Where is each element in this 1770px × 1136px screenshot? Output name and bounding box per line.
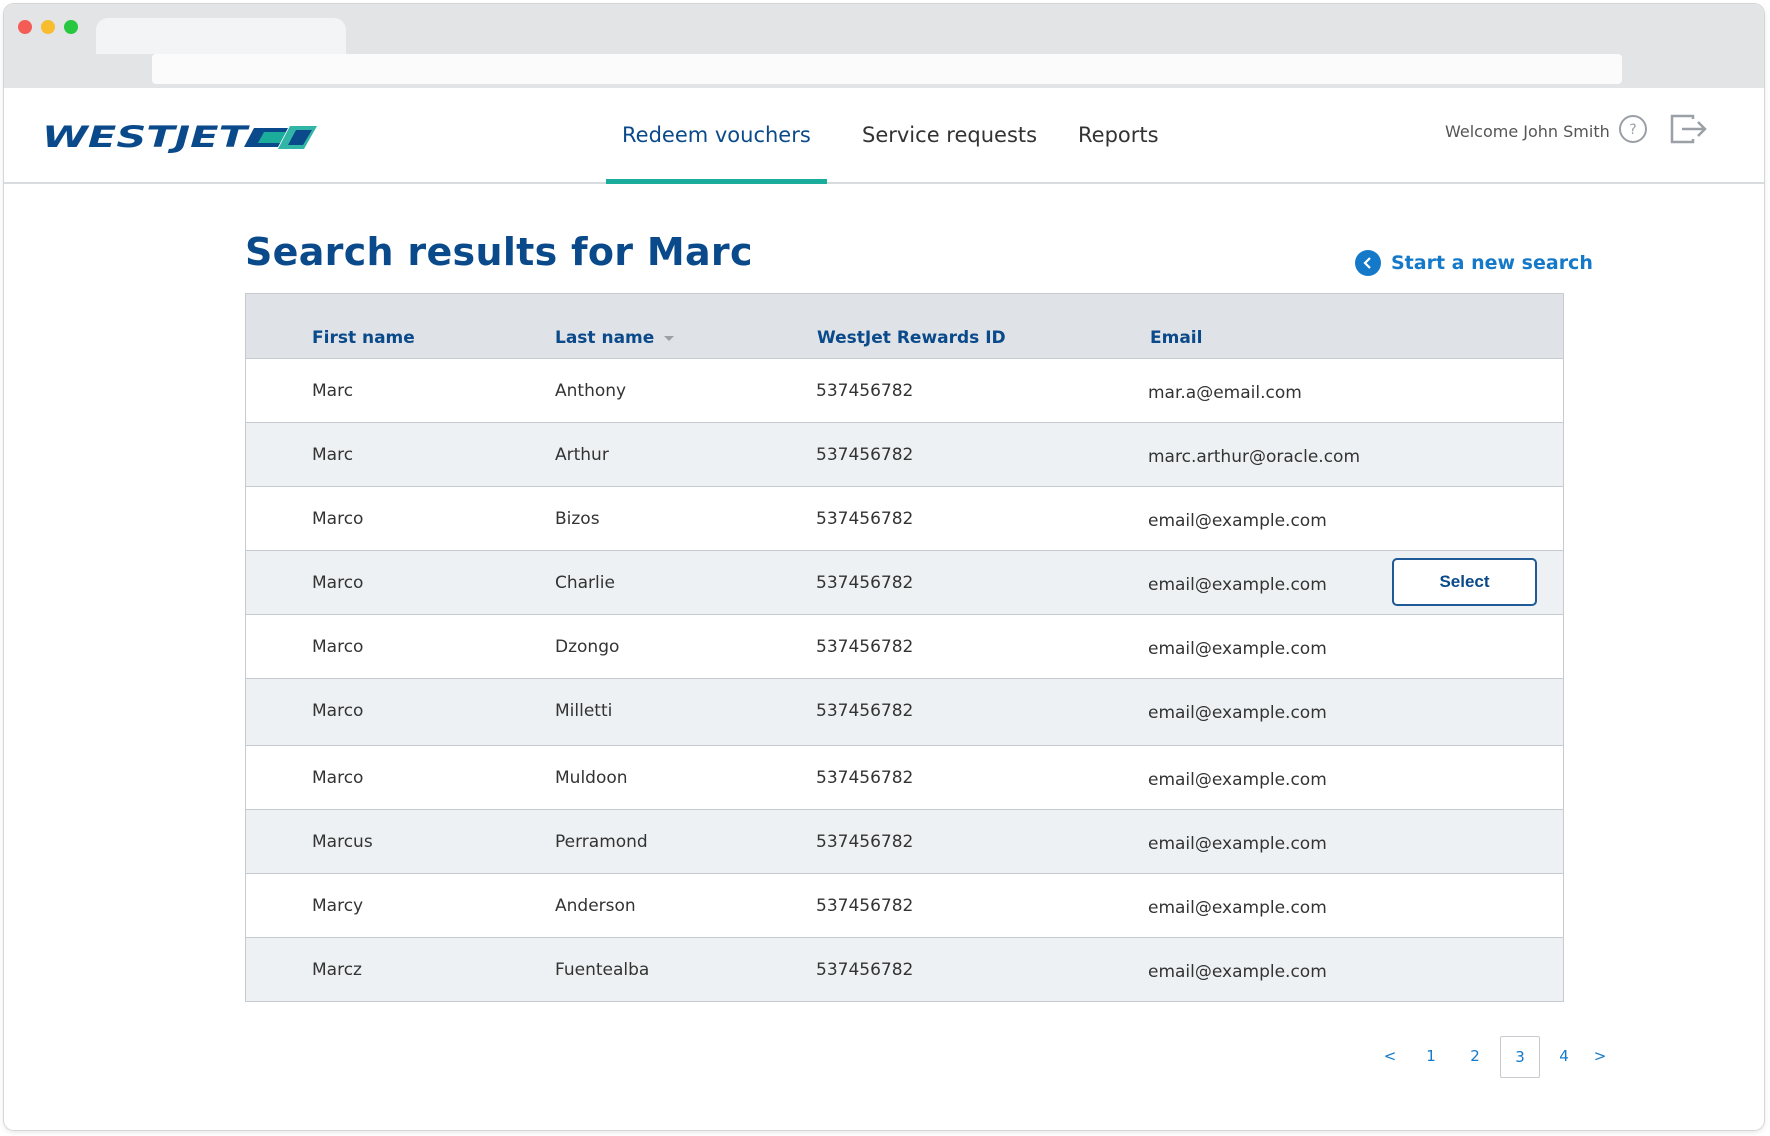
table-row[interactable]: Marco Dzongo 537456782 email@example.com [246,615,1563,679]
cell-rewards-id: 537456782 [816,768,914,788]
cell-first-name: Marco [312,509,364,529]
page: WESTJET Redeem vouchers Service requests R… [4,88,1764,1130]
col-header-rewards-id[interactable]: WestJet Rewards ID [817,328,1006,348]
cell-rewards-id: 537456782 [816,832,914,852]
page-button-3[interactable]: 3 [1500,1036,1540,1078]
start-new-search-link[interactable]: Start a new search [1355,248,1593,278]
westjet-logo[interactable]: WESTJET [42,120,322,154]
table-row[interactable]: Marco Milletti 537456782 email@example.com [246,679,1563,746]
logo-wordmark: WESTJET [42,120,250,154]
close-window-icon[interactable] [18,20,32,34]
nav-item-label: Service requests [862,123,1038,147]
cell-rewards-id: 537456782 [816,573,914,593]
cell-email: marc.arthur@oracle.com [1148,447,1361,467]
cell-last-name: Dzongo [555,637,620,657]
page-title: Search results for Marc [245,230,753,274]
chevron-left-circle-icon [1355,250,1381,276]
col-header-last-name-label: Last name [555,328,655,348]
cell-rewards-id: 537456782 [816,445,914,465]
cell-email: email@example.com [1148,834,1327,854]
table-row[interactable]: Marcy Anderson 537456782 email@example.com [246,874,1563,938]
nav-item-label: Reports [1078,123,1159,147]
cell-first-name: Marcz [312,960,362,980]
search-results-table: First name Last name WestJet Rewards ID … [245,293,1564,1002]
table-row[interactable]: Marco Bizos 537456782 email@example.com [246,487,1563,551]
cell-last-name: Fuentealba [555,960,650,980]
browser-tab[interactable] [96,18,346,54]
cell-last-name: Muldoon [555,768,628,788]
cell-first-name: Marco [312,768,364,788]
top-navigation: WESTJET Redeem vouchers Service requests R… [4,88,1764,184]
nav-item-service-requests[interactable]: Service requests [862,88,1037,182]
cell-first-name: Marc [312,445,354,465]
cell-rewards-id: 537456782 [816,960,914,980]
cell-last-name: Anderson [555,896,636,916]
col-header-email[interactable]: Email [1150,328,1202,348]
welcome-text: Welcome John Smith [1445,122,1610,141]
cell-last-name: Arthur [555,445,609,465]
cell-email: email@example.com [1148,511,1327,531]
cell-email: email@example.com [1148,770,1327,790]
table-row[interactable]: Marcz Fuentealba 537456782 email@example.co… [246,938,1563,1001]
nav-item-label: Redeem vouchers [622,123,811,147]
cell-first-name: Marc [312,381,354,401]
cell-first-name: Marcus [312,832,373,852]
cell-email: email@example.com [1148,898,1327,918]
minimize-window-icon[interactable] [41,20,55,34]
page-button-2[interactable]: 2 [1456,1036,1494,1076]
svg-text:?: ? [1629,122,1636,138]
active-tab-indicator [606,179,827,184]
table-body: Marc Anthony 537456782 mar.a@email.com Marc A… [246,359,1563,1001]
table-row[interactable]: Marc Anthony 537456782 mar.a@email.com [246,359,1563,423]
prev-page-button[interactable]: < [1380,1036,1400,1076]
sort-down-icon [664,335,675,341]
col-header-last-name[interactable]: Last name [555,328,675,348]
cell-rewards-id: 537456782 [816,381,914,401]
question-circle-icon[interactable]: ? [1618,114,1648,144]
cell-first-name: Marcy [312,896,364,916]
page-button-4[interactable]: 4 [1545,1036,1583,1076]
cell-last-name: Perramond [555,832,648,852]
cell-rewards-id: 537456782 [816,701,914,721]
table-row[interactable]: Marcus Perramond 537456782 email@example.co… [246,810,1563,874]
cell-email: email@example.com [1148,575,1327,595]
maximize-window-icon[interactable] [64,20,78,34]
browser-chrome [4,4,1764,88]
cell-first-name: Marco [312,701,364,721]
cell-last-name: Bizos [555,509,600,529]
cell-rewards-id: 537456782 [816,509,914,529]
nav-item-reports[interactable]: Reports [1078,88,1159,182]
table-row[interactable]: Marc Arthur 537456782 marc.arthur@oracle.co… [246,423,1563,487]
table-header: First name Last name WestJet Rewards ID … [246,294,1563,359]
address-bar[interactable] [152,54,1622,84]
browser-window: WESTJET Redeem vouchers Service requests R… [4,4,1764,1130]
cell-last-name: Charlie [555,573,615,593]
cell-email: email@example.com [1148,639,1327,659]
nav-item-redeem-vouchers[interactable]: Redeem vouchers [606,88,827,184]
table-row[interactable]: Marco Muldoon 537456782 email@example.com [246,746,1563,810]
cell-rewards-id: 537456782 [816,637,914,657]
start-new-search-label: Start a new search [1391,252,1593,274]
cell-first-name: Marco [312,573,364,593]
cell-email: mar.a@email.com [1148,383,1302,403]
cell-first-name: Marco [312,637,364,657]
cell-last-name: Milletti [555,701,613,721]
cell-last-name: Anthony [555,381,627,401]
col-header-first-name[interactable]: First name [312,328,415,348]
next-page-button[interactable]: > [1590,1036,1610,1076]
cell-email: email@example.com [1148,703,1327,723]
cell-rewards-id: 537456782 [816,896,914,916]
page-button-1[interactable]: 1 [1412,1036,1450,1076]
cell-email: email@example.com [1148,962,1327,982]
table-row[interactable]: Marco Charlie 537456782 email@example.com Se… [246,551,1563,615]
logout-icon[interactable] [1669,113,1709,145]
select-button[interactable]: Select [1392,558,1537,606]
